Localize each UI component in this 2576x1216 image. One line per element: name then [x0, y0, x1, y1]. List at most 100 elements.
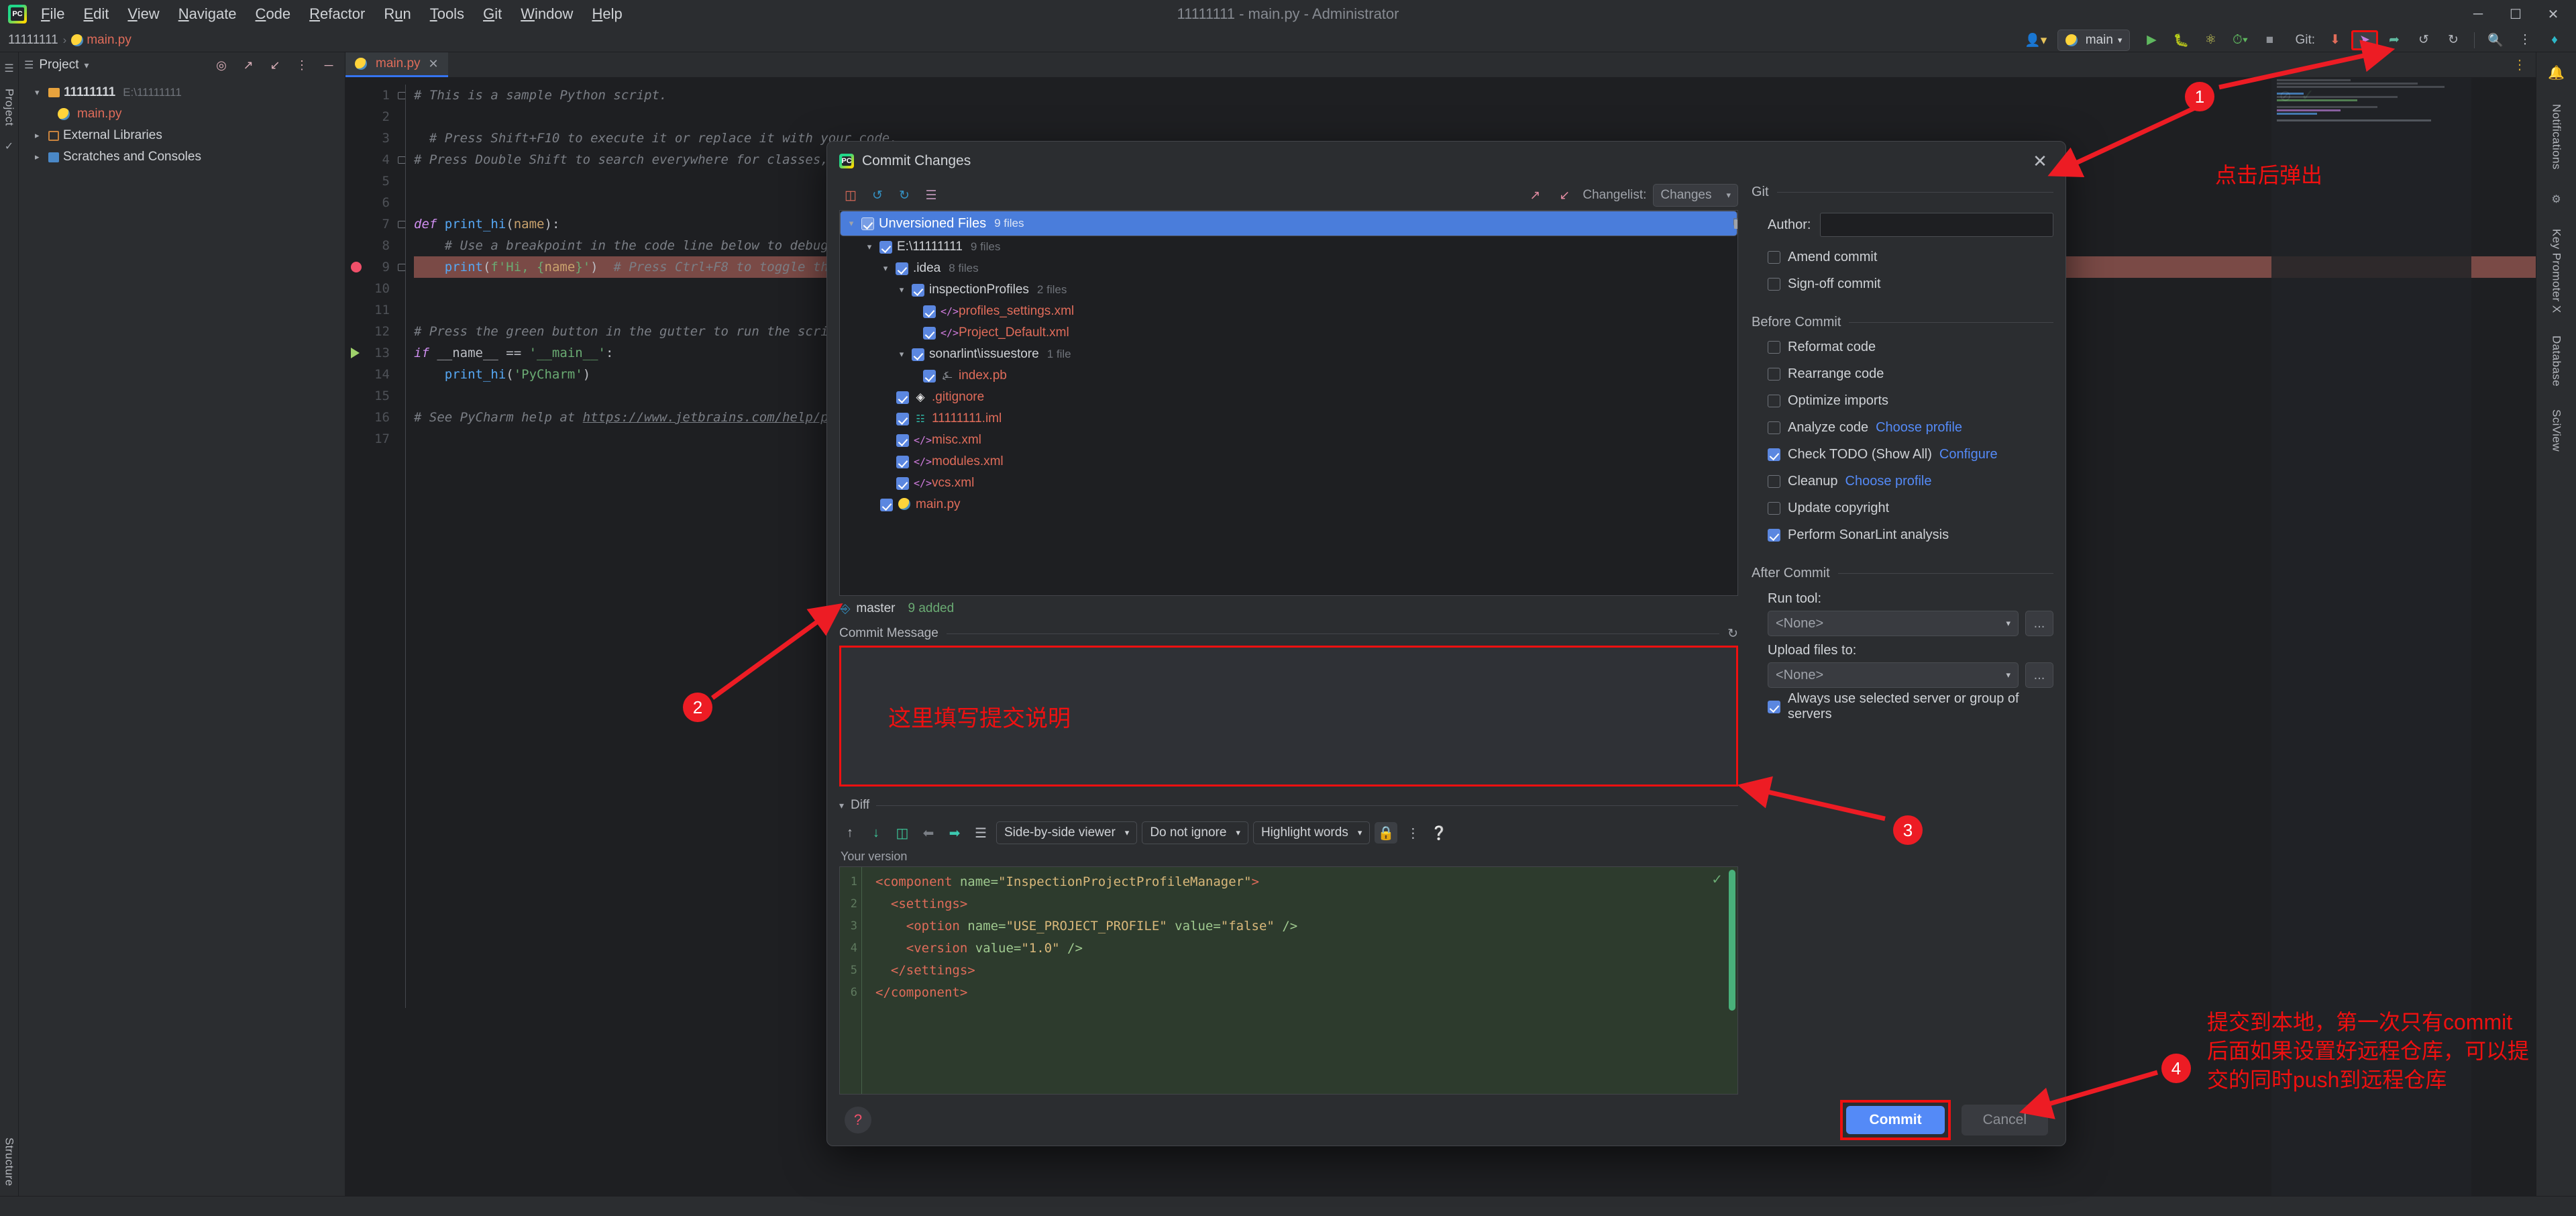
expand-all-icon[interactable]: ↗ — [237, 56, 259, 74]
tab-close-icon[interactable]: ✕ — [429, 57, 439, 71]
menu-item-refactor[interactable]: Refactor — [301, 3, 374, 26]
expand-all-icon[interactable]: ↗ — [1523, 185, 1546, 206]
file-checkbox[interactable] — [923, 326, 936, 340]
dialog-close-icon[interactable]: ✕ — [2027, 148, 2053, 174]
left-strip-structure-label[interactable]: Structure — [3, 1137, 16, 1186]
chevron-down-icon[interactable]: ▾ — [846, 218, 857, 229]
sonarlint-checkbox[interactable] — [1768, 528, 1780, 542]
diff-scroll-marker[interactable] — [1729, 870, 1735, 1011]
project-strip-icon[interactable]: ☰ — [4, 62, 13, 75]
search-icon[interactable]: 🔍 — [2482, 30, 2509, 50]
notifications-bell-icon[interactable]: 🔔 — [2548, 64, 2565, 81]
file-checkbox[interactable] — [879, 240, 892, 254]
file-checkbox[interactable] — [896, 476, 909, 490]
tree-row-idea[interactable]: ▾ .idea 8 files — [840, 218, 1737, 279]
target-icon[interactable]: ◎ — [211, 56, 232, 74]
coverage-icon[interactable]: ⚛ — [2197, 30, 2224, 50]
file-checkbox[interactable] — [861, 217, 874, 230]
tree-row-unversioned-files[interactable]: ▾ Unversioned Files 9 files — [840, 211, 1737, 236]
project-tree-node-scratches[interactable]: ▸ Scratches and Consoles — [19, 146, 345, 168]
chevron-right-icon[interactable]: ▸ — [35, 130, 44, 141]
history-icon[interactable]: ↻ — [1727, 626, 1738, 642]
sign-off-checkbox[interactable] — [1768, 277, 1780, 291]
right-strip-sciview[interactable]: SciView — [2550, 409, 2563, 452]
editor-gutter[interactable]: 1 2 3 4 5 6 7 8 9 10 11 12 13 14 15 16 1… — [345, 78, 406, 1196]
run-configuration-selector[interactable]: main ▾ — [2057, 29, 2131, 51]
settings-icon[interactable]: ♦ — [2541, 30, 2568, 50]
accept-right-icon[interactable]: ➡ — [944, 822, 965, 844]
accept-left-icon[interactable]: ⬅ — [918, 822, 939, 844]
sonarlint-row[interactable]: Perform SonarLint analysis — [1752, 521, 2053, 548]
prev-difference-icon[interactable]: ↑ — [839, 822, 861, 844]
compare-files-icon[interactable]: ◫ — [892, 822, 913, 844]
diff-viewer[interactable]: 1 2 3 4 5 6 <component name="InspectionP… — [839, 866, 1738, 1095]
git-commit-icon[interactable]: ➤ — [2351, 30, 2378, 50]
analyze-code-checkbox[interactable] — [1768, 421, 1780, 434]
run-tool-select[interactable]: <None> ▾ — [1768, 611, 2019, 636]
chevron-down-icon[interactable]: ▾ — [864, 242, 875, 252]
changelist-select[interactable]: Changes ▾ — [1653, 184, 1738, 207]
right-strip-notifications[interactable]: Notifications — [2550, 104, 2563, 170]
git-push-icon[interactable]: ➦ — [2381, 30, 2408, 50]
more-icon[interactable]: ⋮ — [2512, 30, 2538, 50]
left-strip-project-label[interactable]: Project — [3, 89, 16, 126]
close-window-button[interactable]: ✕ — [2534, 0, 2572, 28]
debug-icon[interactable]: 🐛 — [2167, 30, 2194, 50]
analyze-code-row[interactable]: Analyze code Choose profile — [1752, 414, 2053, 441]
tree-row-vcs-xml[interactable]: </> vcs.xml — [840, 472, 1737, 494]
project-tree-node-mainpy[interactable]: main.py — [19, 103, 345, 125]
tree-row-misc-xml[interactable]: </> misc.xml — [840, 429, 1737, 451]
update-copyright-row[interactable]: Update copyright — [1752, 495, 2053, 521]
analyze-code-choose-profile-link[interactable]: Choose profile — [1876, 420, 1962, 436]
run-icon[interactable]: ▶ — [2138, 30, 2165, 50]
commit-message-input[interactable]: 这里填写提交说明 — [839, 646, 1738, 787]
tree-row-gitignore[interactable]: ◈ .gitignore — [840, 387, 1737, 408]
run-tool-browse-button[interactable]: ... — [2025, 611, 2053, 636]
group-by-icon[interactable]: ☰ — [920, 185, 943, 206]
project-tree-node-external-libraries[interactable]: ▸ External Libraries — [19, 125, 345, 146]
next-difference-icon[interactable]: ↓ — [865, 822, 887, 844]
menu-item-navigate[interactable]: Navigate — [170, 3, 246, 26]
diff-code[interactable]: <component name="InspectionProjectProfil… — [861, 867, 1563, 1094]
tree-row-inspection-profiles[interactable]: ▾ inspectionProfiles 2 files — [840, 218, 1737, 301]
check-todo-checkbox[interactable] — [1768, 448, 1780, 461]
amend-commit-row[interactable]: Amend commit — [1752, 244, 2053, 270]
right-strip-key-promoter[interactable]: Key Promoter X — [2550, 229, 2563, 313]
stop-icon[interactable]: ■ — [2256, 30, 2283, 50]
git-update-icon[interactable]: ⬇ — [2322, 30, 2349, 50]
tree-row-sonarlint-issuestore[interactable]: ▾ sonarlint\issuestore 1 file — [840, 218, 1737, 365]
file-checkbox[interactable] — [896, 434, 909, 447]
amend-commit-checkbox[interactable] — [1768, 250, 1780, 264]
chevron-down-icon[interactable]: ▾ — [839, 800, 844, 811]
tree-row-project-default-xml[interactable]: </> Project_Default.xml — [840, 322, 1737, 344]
editor-tab-more-icon[interactable]: ⋮ — [2504, 52, 2536, 77]
cancel-button[interactable]: Cancel — [1961, 1105, 2048, 1135]
minimize-button[interactable]: ─ — [2459, 0, 2497, 28]
tree-row-index-pb[interactable]: ⍼ index.pb — [840, 365, 1737, 387]
rearrange-code-checkbox[interactable] — [1768, 367, 1780, 381]
tree-row-project-root[interactable]: ▾ E:\11111111 9 files — [840, 218, 1737, 258]
check-todo-row[interactable]: Check TODO (Show All) Configure — [1752, 441, 2053, 468]
tree-row-iml[interactable]: ☷ 11111111.iml — [840, 408, 1737, 429]
chevron-down-icon[interactable]: ▾ — [35, 87, 44, 98]
diff-help-icon[interactable]: ❔ — [1428, 822, 1450, 844]
collapse-all-icon[interactable]: ↙ — [1553, 185, 1576, 206]
help-icon[interactable]: ? — [845, 1107, 871, 1133]
always-use-server-row[interactable]: Always use selected server or group of s… — [1752, 691, 2053, 721]
menu-item-view[interactable]: View — [119, 3, 168, 26]
menu-item-file[interactable]: File — [32, 3, 73, 26]
tree-row-main-py[interactable]: main.py — [840, 494, 1737, 515]
project-tree-node-module[interactable]: ▾ 11111111 E:\11111111 — [19, 82, 345, 103]
diff-highlight-select[interactable]: Highlight words ▾ — [1252, 821, 1371, 844]
commit-strip-icon[interactable]: ✓ — [5, 140, 13, 153]
right-strip-database[interactable]: Database — [2550, 336, 2563, 387]
file-checkbox[interactable] — [912, 283, 924, 297]
editor-minimap[interactable] — [2271, 78, 2471, 1196]
file-checkbox[interactable] — [923, 305, 936, 318]
file-checkbox[interactable] — [912, 348, 924, 361]
lock-icon[interactable]: 🔒 — [1375, 822, 1398, 844]
diff-more-icon[interactable]: ⋮ — [1402, 822, 1424, 844]
account-icon[interactable]: 👤▾ — [2023, 30, 2049, 50]
pane-hide-icon[interactable]: ─ — [318, 56, 339, 74]
rearrange-code-row[interactable]: Rearrange code — [1752, 360, 2053, 387]
